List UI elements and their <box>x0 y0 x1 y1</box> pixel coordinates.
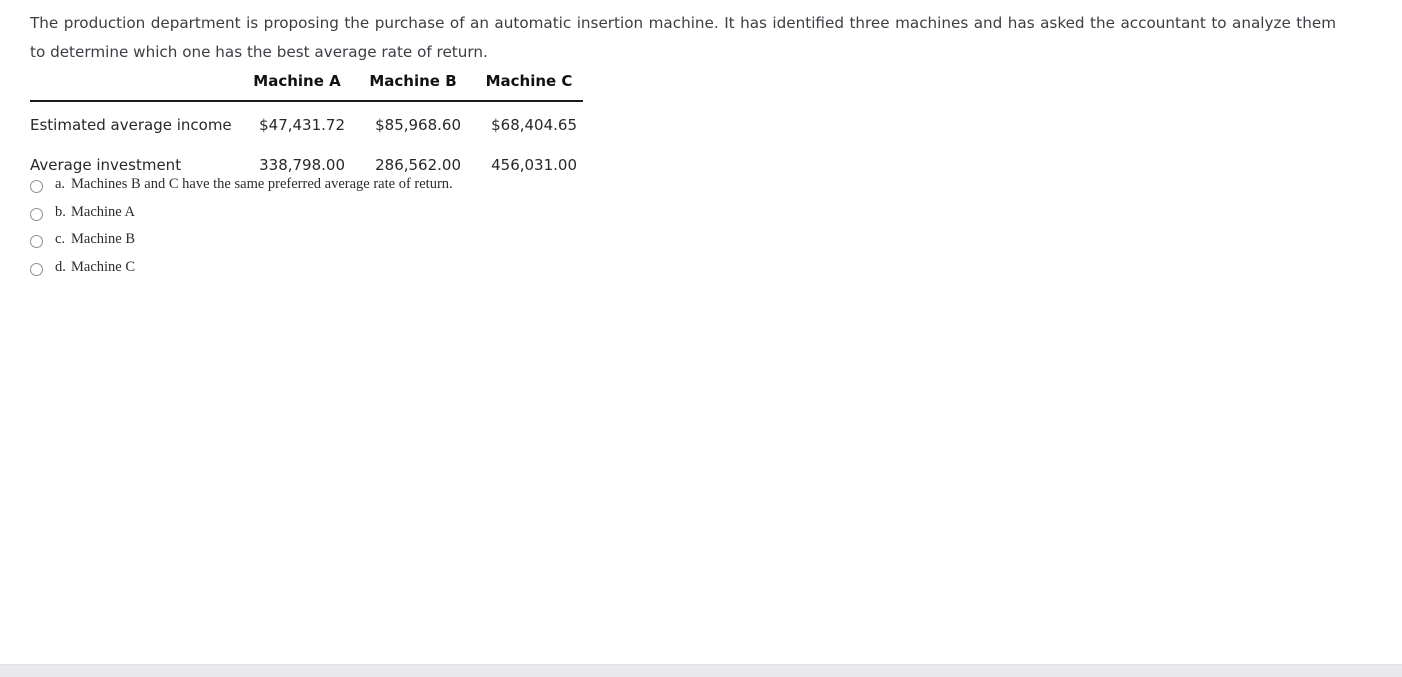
bottom-divider <box>0 664 1402 677</box>
answer-option-b[interactable]: b. Machine A <box>30 204 830 232</box>
option-letter-d: d. <box>55 258 66 275</box>
answer-options-list: a. Machines B and C have the same prefer… <box>30 176 830 286</box>
table-body: Estimated average income $47,431.72 $85,… <box>30 101 583 185</box>
table-row: Estimated average income $47,431.72 $85,… <box>30 101 583 145</box>
column-header-machine-b: Machine B <box>369 72 457 90</box>
table-header: Machine A Machine B Machine C <box>30 72 583 101</box>
answer-option-c[interactable]: c. Machine B <box>30 231 830 259</box>
question-stem: The production department is proposing t… <box>30 14 1336 61</box>
cell-estimated-average-income-machine-c: $68,404.65 <box>491 116 577 134</box>
option-text-c: Machine B <box>71 231 136 247</box>
option-letter-c: c. <box>55 231 66 247</box>
column-header-machine-a: Machine A <box>253 72 341 90</box>
radio-button-icon[interactable] <box>30 207 43 221</box>
cell-estimated-average-income-machine-a: $47,431.72 <box>259 116 345 134</box>
row-label-estimated-average-income: Estimated average income <box>30 116 232 134</box>
machine-comparison-table: Machine A Machine B Machine C Estimated … <box>30 72 583 185</box>
answer-option-a[interactable]: a. Machines B and C have the same prefer… <box>30 176 830 204</box>
option-text-a: Machines B and C have the same preferred… <box>71 176 453 192</box>
answer-option-d[interactable]: d. Machine C <box>30 259 830 287</box>
radio-button-icon[interactable] <box>30 235 43 248</box>
column-header-machine-c: Machine C <box>485 72 573 90</box>
option-letter-b: b. <box>55 203 66 220</box>
cell-estimated-average-income-machine-b: $85,968.60 <box>375 116 461 134</box>
table-header-row: Machine A Machine B Machine C <box>30 72 583 101</box>
option-text-d: Machine C <box>71 258 136 275</box>
radio-button-icon[interactable] <box>30 180 43 193</box>
option-text-b: Machine A <box>71 203 136 220</box>
option-letter-a: a. <box>55 176 66 192</box>
table-corner-cell <box>30 72 235 101</box>
radio-button-icon[interactable] <box>30 262 43 276</box>
